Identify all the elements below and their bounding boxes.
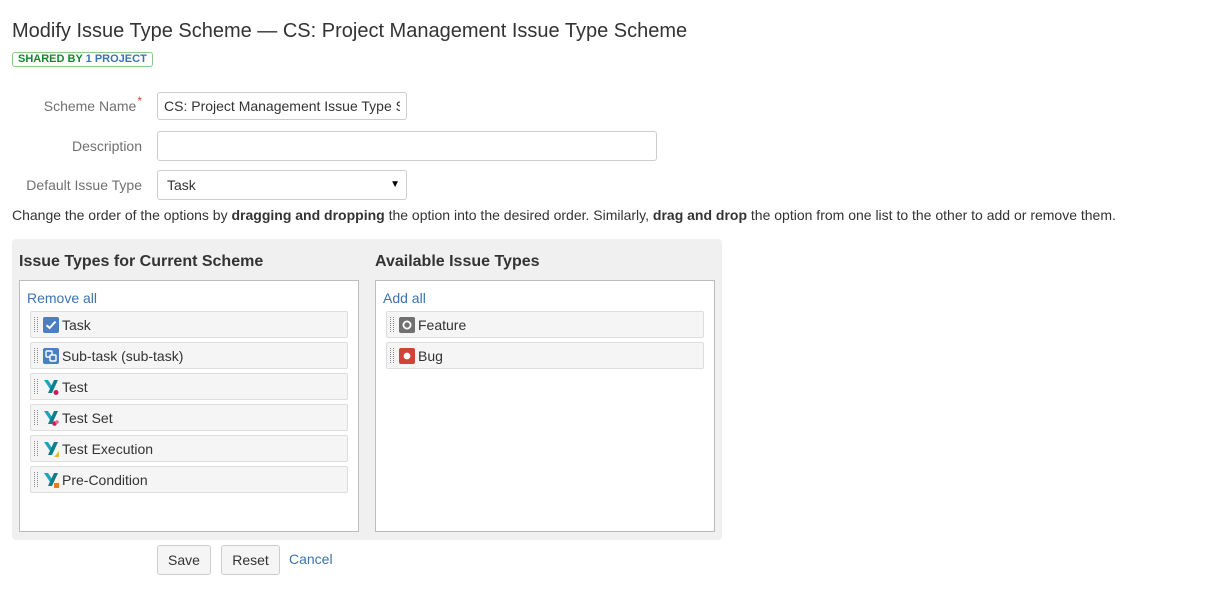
instructions-part: the option into the desired order. Simil… [384, 207, 653, 223]
xray-test-icon [43, 379, 59, 395]
list-item-label: Pre-Condition [62, 472, 148, 488]
badge-project-count[interactable]: 1 PROJECT [86, 53, 147, 65]
page-title: Modify Issue Type Scheme — CS: Project M… [12, 20, 688, 42]
current-scheme-items: Task Sub-task (sub-task) Test Test Set Test … [30, 311, 348, 497]
issue-type-lists-panel: Issue Types for Current Scheme Remove al… [12, 239, 722, 540]
remove-all-link[interactable]: Remove all [27, 290, 97, 306]
drag-handle-icon[interactable] [390, 317, 394, 332]
reset-button[interactable]: Reset [221, 545, 280, 575]
list-item-pre-condition[interactable]: Pre-Condition [30, 466, 348, 493]
shared-by-badge[interactable]: SHARED BY 1 PROJECT [12, 52, 153, 67]
description-label: Description [71, 138, 142, 154]
feature-icon [399, 317, 415, 333]
list-item-test-set[interactable]: Test Set [30, 404, 348, 431]
list-item-label: Test Execution [62, 441, 154, 457]
default-issue-type-value: Task [167, 177, 196, 193]
drag-handle-icon[interactable] [34, 317, 38, 332]
list-item-test-execution[interactable]: Test Execution [30, 435, 348, 462]
save-button[interactable]: Save [157, 545, 211, 575]
task-icon [43, 317, 59, 333]
dropdown-caret-icon: ▼ [390, 179, 400, 190]
xray-test-execution-icon [43, 441, 59, 457]
required-marker: * [137, 94, 142, 108]
list-item-feature[interactable]: Feature [386, 311, 704, 338]
default-issue-type-label: Default Issue Type [26, 177, 142, 193]
badge-prefix: SHARED BY [18, 53, 83, 65]
bug-icon [399, 348, 415, 364]
current-scheme-heading: Issue Types for Current Scheme [19, 253, 264, 270]
xray-test-set-icon [43, 410, 59, 426]
list-item-bug[interactable]: Bug [386, 342, 704, 369]
list-item-test[interactable]: Test [30, 373, 348, 400]
available-heading: Available Issue Types [375, 253, 540, 270]
scheme-name-input[interactable] [157, 92, 407, 120]
description-input[interactable] [157, 131, 657, 161]
drag-handle-icon[interactable] [390, 348, 394, 363]
instructions-text: Change the order of the options by dragg… [12, 207, 1116, 223]
subtask-icon [43, 348, 59, 364]
list-item-label: Test Set [62, 410, 113, 426]
list-item-sub-task-sub-task[interactable]: Sub-task (sub-task) [30, 342, 348, 369]
scheme-name-label-text: Scheme Name [43, 98, 137, 114]
list-item-label: Task [62, 317, 91, 333]
drag-handle-icon[interactable] [34, 379, 38, 394]
drag-handle-icon[interactable] [34, 441, 38, 456]
drag-handle-icon[interactable] [34, 472, 38, 487]
drag-handle-icon[interactable] [34, 348, 38, 363]
default-issue-type-select[interactable]: Task ▼ [157, 170, 407, 200]
cancel-link[interactable]: Cancel [289, 551, 333, 567]
current-scheme-list[interactable]: Remove all Task Sub-task (sub-task) Test Te… [19, 280, 359, 532]
drag-handle-icon[interactable] [34, 410, 38, 425]
available-list[interactable]: Add all Feature Bug [375, 280, 715, 532]
add-all-link[interactable]: Add all [383, 290, 426, 306]
list-item-label: Sub-task (sub-task) [62, 348, 184, 364]
instructions-part: the option from one list to the other to… [747, 207, 1116, 223]
list-item-label: Test [62, 379, 88, 395]
available-items: Feature Bug [386, 311, 704, 373]
scheme-name-label: Scheme Name* [12, 94, 142, 114]
list-item-label: Bug [418, 348, 443, 364]
instructions-bold: drag and drop [652, 207, 748, 223]
instructions-bold: dragging and dropping [231, 207, 385, 223]
list-item-task[interactable]: Task [30, 311, 348, 338]
instructions-part: Change the order of the options by [12, 207, 232, 223]
list-item-label: Feature [418, 317, 467, 333]
xray-precondition-icon [43, 472, 59, 488]
